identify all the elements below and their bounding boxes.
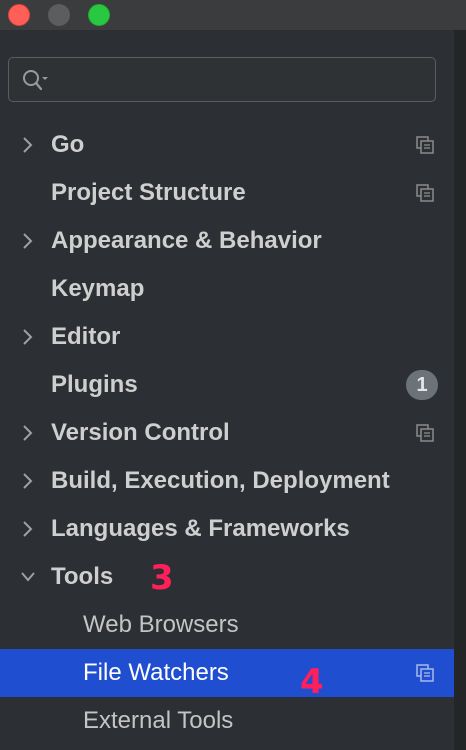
updates-count-badge: 1: [406, 370, 438, 400]
project-level-icon: [416, 424, 434, 442]
project-level-icon: [416, 664, 434, 682]
step-4-annotation: 4: [300, 662, 324, 702]
tree-item-appearance-behavior[interactable]: Appearance & Behavior: [0, 217, 454, 265]
tree-item-label: Web Browsers: [83, 611, 239, 638]
search-input[interactable]: [59, 58, 433, 103]
tree-item-label: Build, Execution, Deployment: [51, 467, 390, 494]
tree-item-label: File Watchers: [83, 659, 229, 686]
tree-item-label: Appearance & Behavior: [51, 227, 322, 254]
chevron-right-icon[interactable]: [20, 471, 36, 491]
tree-item-project-structure[interactable]: Project Structure: [0, 169, 454, 217]
chevron-right-icon[interactable]: [20, 423, 36, 443]
project-level-icon: [416, 136, 434, 154]
close-window-button[interactable]: [8, 4, 30, 26]
tree-item-languages-frameworks[interactable]: Languages & Frameworks: [0, 505, 454, 553]
tree-item-label: Go: [51, 131, 85, 158]
tree-item-label: Tools: [51, 563, 114, 590]
tree-item-label: Editor: [51, 323, 121, 350]
tree-item-external-tools[interactable]: External Tools: [0, 697, 454, 745]
chevron-right-icon[interactable]: [20, 327, 36, 347]
project-level-icon: [416, 184, 434, 202]
chevron-down-icon[interactable]: [20, 567, 36, 587]
tree-item-tools[interactable]: Tools: [0, 553, 454, 601]
tree-item-label: Version Control: [51, 419, 230, 446]
title-bar: [0, 0, 466, 31]
settings-search-box[interactable]: [8, 57, 436, 103]
chevron-right-icon[interactable]: [20, 519, 36, 539]
tree-item-label: Project Structure: [51, 179, 246, 206]
chevron-right-icon[interactable]: [20, 135, 36, 155]
tree-item-label: Keymap: [51, 275, 145, 302]
tree-item-label: Languages & Frameworks: [51, 515, 350, 542]
search-icon[interactable]: [21, 68, 49, 92]
maximize-window-button[interactable]: [88, 4, 110, 26]
tree-item-label: Plugins: [51, 371, 138, 398]
tree-item-plugins[interactable]: Plugins 1: [0, 361, 454, 409]
tree-item-web-browsers[interactable]: Web Browsers: [0, 601, 454, 649]
chevron-right-icon[interactable]: [20, 231, 36, 251]
tree-item-build-execution-deployment[interactable]: Build, Execution, Deployment: [0, 457, 454, 505]
minimize-window-button[interactable]: [48, 4, 70, 26]
step-3-annotation: 3: [150, 558, 174, 598]
tree-item-editor[interactable]: Editor: [0, 313, 454, 361]
tree-item-version-control[interactable]: Version Control: [0, 409, 454, 457]
tree-item-go[interactable]: Go: [0, 121, 454, 169]
scrollbar-track[interactable]: [454, 30, 466, 750]
settings-tree-panel: Go Project Structure Appearance & Behavi…: [0, 30, 454, 750]
tree-item-file-watchers[interactable]: File Watchers: [0, 649, 454, 697]
tree-item-keymap[interactable]: Keymap: [0, 265, 454, 313]
tree-item-label: External Tools: [83, 707, 234, 734]
